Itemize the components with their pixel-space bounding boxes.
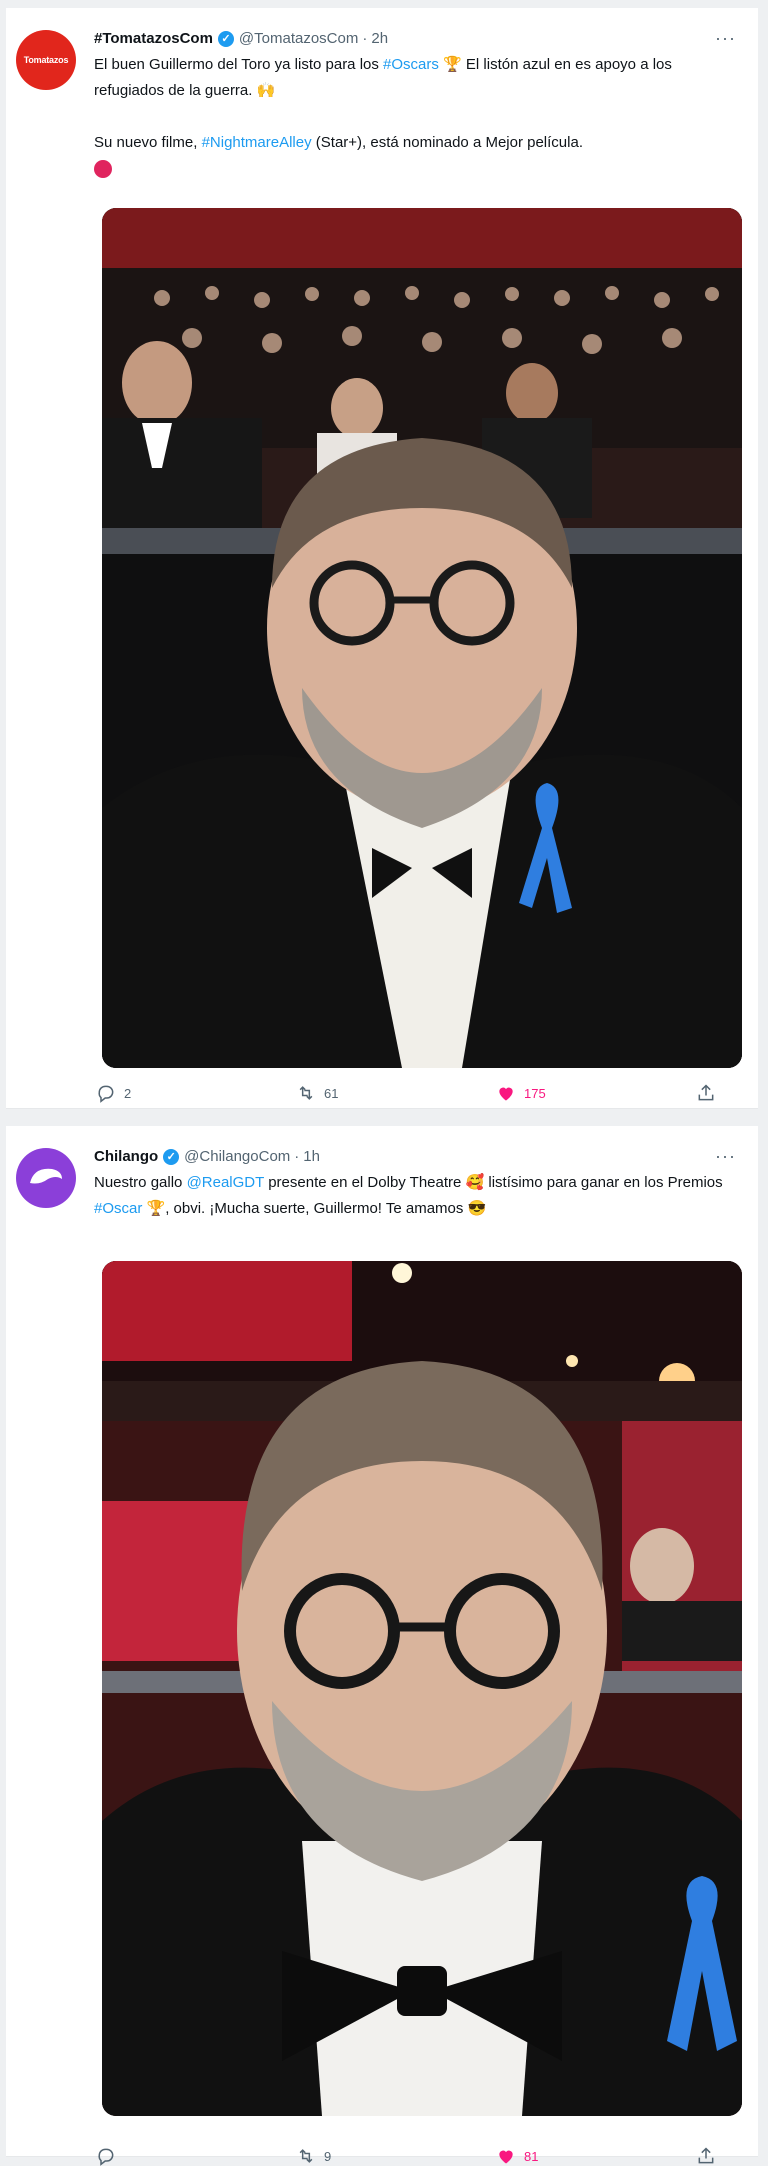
reply-count: 2 <box>124 1085 132 1101</box>
author-handle[interactable]: @ChilangoCom <box>184 1146 290 1168</box>
author-handle[interactable]: @TomatazosCom <box>239 28 358 50</box>
tweet-actions: 2 61 175 <box>96 1083 736 1103</box>
author-name[interactable]: #TomatazosCom <box>94 28 213 50</box>
author-name[interactable]: Chilango <box>94 1146 158 1168</box>
tweet-text-segment: Nuestro gallo <box>94 1174 187 1191</box>
reply-button[interactable]: 2 <box>96 1083 246 1103</box>
tweet-text: El buen Guillermo del Toro ya listo para… <box>94 52 736 182</box>
like-count: 175 <box>524 1085 546 1101</box>
heart-icon <box>499 2150 513 2164</box>
reply-icon <box>98 1085 114 1103</box>
share-icon <box>698 1084 714 1101</box>
tweet-text-segment: presente en el Dolby Theatre 🥰 listísimo… <box>264 1174 723 1191</box>
red-circle-emoji <box>94 160 112 179</box>
retweet-button[interactable]: 9 <box>296 2146 446 2166</box>
tweet-text: Nuestro gallo @RealGDT presente en el Do… <box>94 1170 736 1222</box>
tweet-header: Chilango ✓ @ChilangoCom · 1h <box>94 1146 736 1168</box>
tweet-time[interactable]: 1h <box>303 1146 320 1168</box>
photo-selfie-dolby-theatre <box>102 1261 742 2116</box>
like-button[interactable]: 81 <box>496 2146 646 2166</box>
retweet-button[interactable]: 61 <box>296 1083 446 1103</box>
retweet-icon <box>299 1086 313 1100</box>
separator-dot: · <box>362 30 368 47</box>
share-button[interactable] <box>696 1083 736 1103</box>
verified-badge-icon: ✓ <box>163 1149 180 1165</box>
tweet-text-segment: (Star+), está nominado a Mejor película. <box>311 134 583 151</box>
retweet-count: 61 <box>324 1085 339 1101</box>
heart-icon <box>499 1087 513 1101</box>
chilango-logo-icon <box>30 1168 62 1184</box>
like-count: 81 <box>524 2148 539 2164</box>
tweet-actions: 9 81 <box>96 2146 736 2166</box>
avatar[interactable]: Tomatazos <box>16 30 76 90</box>
tweet-card[interactable]: Tomatazos #TomatazosCom ✓ @TomatazosCom … <box>6 8 758 1109</box>
tweet-photo[interactable] <box>102 208 742 1068</box>
retweet-count: 9 <box>324 2148 332 2164</box>
share-icon <box>698 2147 714 2164</box>
tweet-header: #TomatazosCom ✓ @TomatazosCom · 2h <box>94 28 736 50</box>
like-button[interactable]: 175 <box>496 1083 646 1103</box>
tweet-text-segment: Su nuevo filme, <box>94 134 202 151</box>
retweet-icon <box>299 2149 313 2163</box>
share-button[interactable] <box>696 2146 736 2166</box>
verified-badge-icon: ✓ <box>217 31 234 47</box>
tweet-time[interactable]: 2h <box>371 28 388 50</box>
mention-link[interactable]: @RealGDT <box>187 1174 264 1191</box>
tweet-content: #TomatazosCom ✓ @TomatazosCom · 2h ··· E… <box>94 28 736 182</box>
more-options-icon[interactable]: ··· <box>715 28 736 49</box>
separator-dot: · <box>294 1148 300 1165</box>
photo-selfie-theatre <box>102 208 742 1068</box>
tweet-photo[interactable] <box>102 1261 742 2116</box>
timeline-feed: Tomatazos #TomatazosCom ✓ @TomatazosCom … <box>0 0 768 2166</box>
reply-icon <box>98 2148 114 2166</box>
hashtag-link[interactable]: #Oscars <box>383 56 439 73</box>
more-options-icon[interactable]: ··· <box>715 1146 736 1167</box>
hashtag-link[interactable]: #Oscar <box>94 1200 142 1217</box>
hashtag-link[interactable]: #NightmareAlley <box>202 134 312 151</box>
tweet-text-segment: 🏆, obvi. ¡Mucha suerte, Guillermo! Te am… <box>142 1200 487 1217</box>
avatar[interactable] <box>16 1148 76 1208</box>
tweet-card[interactable]: Chilango ✓ @ChilangoCom · 1h ··· Nuestro… <box>6 1126 758 2166</box>
avatar-logo-text: Tomatazos <box>23 55 69 65</box>
reply-button[interactable] <box>96 2146 246 2166</box>
tweet-content: Chilango ✓ @ChilangoCom · 1h ··· Nuestro… <box>94 1146 736 1222</box>
tweet-text-segment: El buen Guillermo del Toro ya listo para… <box>94 56 384 73</box>
